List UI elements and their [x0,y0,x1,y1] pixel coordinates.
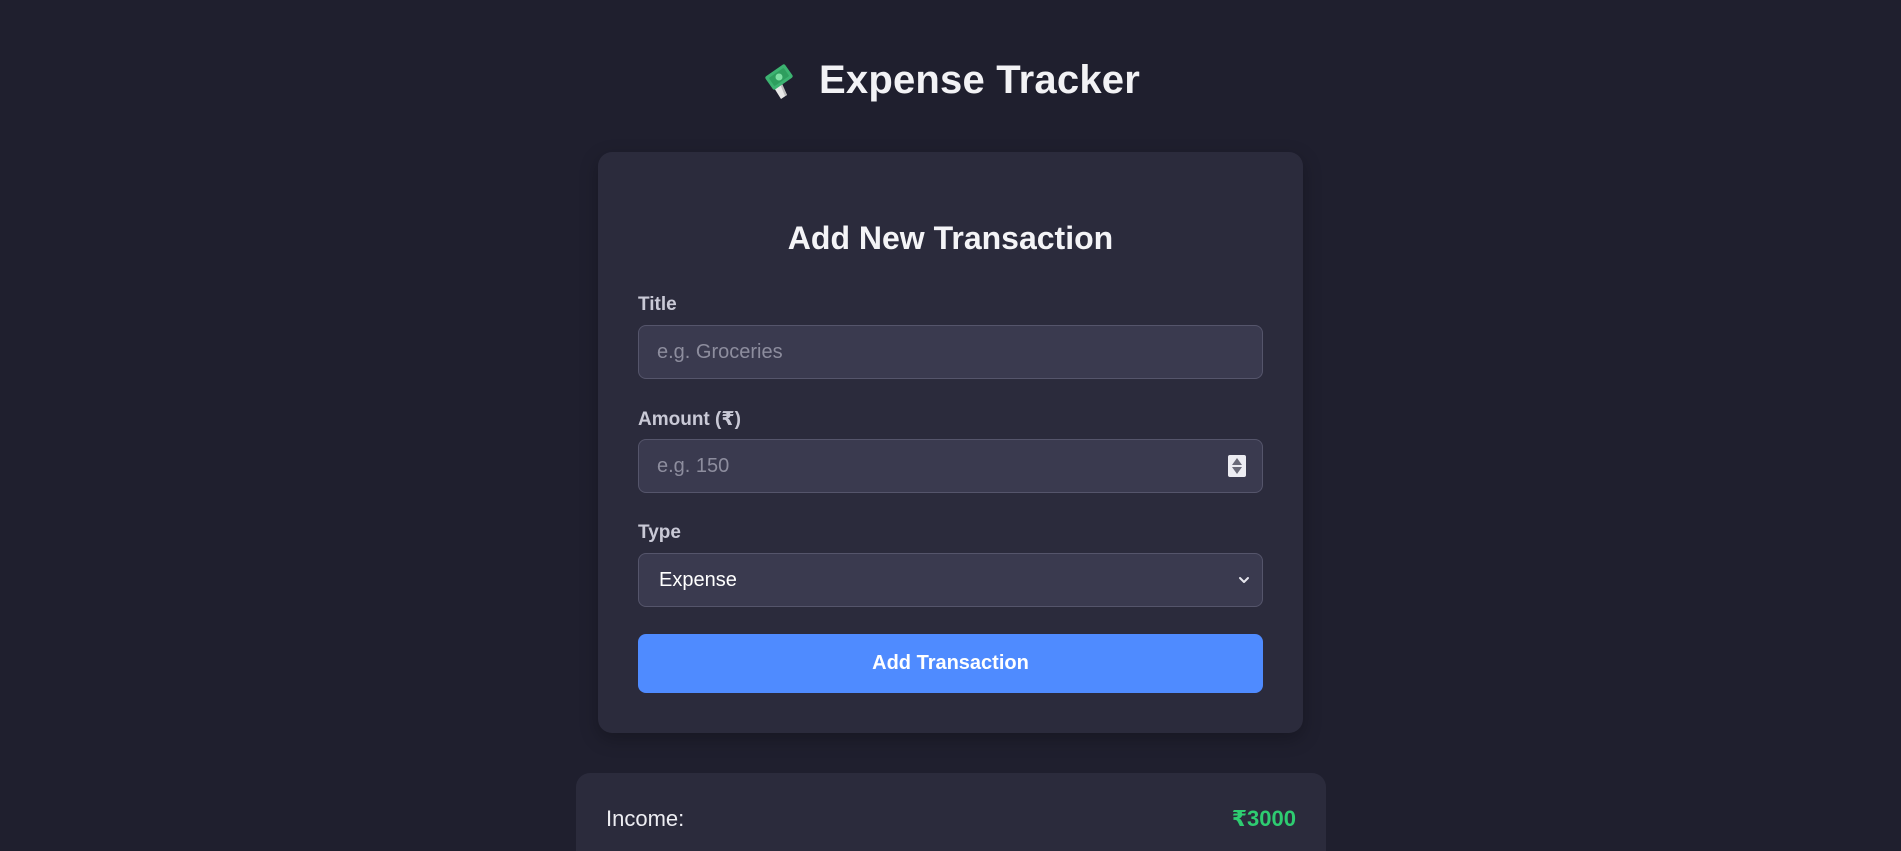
income-label: Income: [606,806,685,831]
type-select-value: Expense [659,568,737,591]
add-transaction-card: Add New Transaction Title Amount (₹) Typ… [598,152,1303,733]
type-select[interactable]: Expense [638,553,1263,607]
title-label: Title [638,294,677,315]
add-transaction-button[interactable]: Add Transaction [638,634,1263,693]
summary-card: Income: ₹3000 [576,773,1326,851]
spinner-up-icon[interactable] [1232,458,1242,465]
type-label: Type [638,522,681,543]
title-input[interactable] [655,339,1246,365]
spinner-down-icon[interactable] [1232,467,1242,474]
money-with-wings-icon [761,61,801,101]
chevron-down-icon [1236,572,1252,588]
amount-input[interactable] [655,453,1228,479]
income-value: ₹3000 [1231,806,1296,831]
page: Expense Tracker Add New Transaction Titl… [0,0,1901,851]
app-title: Expense Tracker [819,58,1140,102]
title-field[interactable] [638,325,1263,379]
number-spinner-icon[interactable] [1228,455,1246,477]
amount-label: Amount (₹) [638,409,741,430]
app-header: Expense Tracker [0,58,1901,103]
income-row: Income: ₹3000 [606,806,1296,832]
form-heading: Add New Transaction [787,220,1114,256]
amount-field[interactable] [638,439,1263,493]
